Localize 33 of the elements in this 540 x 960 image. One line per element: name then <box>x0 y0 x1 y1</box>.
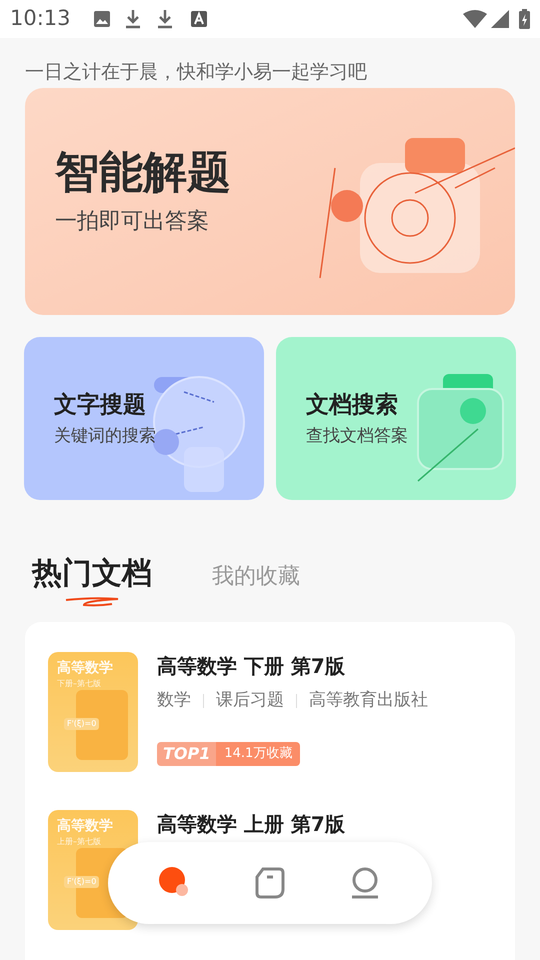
font-icon <box>190 11 207 27</box>
document-tag: 数学 <box>157 688 191 714</box>
cover-formula: F'(ξ)=0 <box>64 718 100 730</box>
cover-subtitle: 下册–第七版 <box>57 678 102 690</box>
cover-title: 高等数学 <box>57 658 114 678</box>
feature-title: 文字搜题 <box>54 390 147 420</box>
image-icon <box>92 10 111 28</box>
feature-card[interactable]: 文档搜索 查找文档答案 <box>276 337 516 500</box>
document-title[interactable]: 高等数学 上册 第7版 <box>157 810 345 838</box>
signal-icon <box>491 10 509 28</box>
rank-badge: TOP1 <box>157 742 216 766</box>
slogan-text: 一日之计在于晨，快和学小易一起学习吧 <box>25 60 367 84</box>
battery-icon <box>519 9 530 29</box>
wifi-icon <box>463 10 487 28</box>
cover-title: 高等数学 <box>57 816 114 836</box>
status-time: 10:13 <box>10 5 71 32</box>
feature-subtitle: 查找文档答案 <box>306 425 409 448</box>
hero-title: 智能解题 <box>55 146 232 200</box>
download-icon <box>156 9 173 29</box>
hero-subtitle: 一拍即可出答案 <box>55 208 210 236</box>
cover-formula: F'(ξ)=0 <box>64 876 100 888</box>
feature-card[interactable]: 文字搜题 关键词的搜索 <box>24 337 264 500</box>
feature-subtitle: 关键词的搜索 <box>54 425 157 448</box>
document-title[interactable]: 高等数学 下册 第7版 <box>157 652 428 680</box>
feature-title: 文档搜索 <box>306 390 399 420</box>
hero-card[interactable]: 智能解题 一拍即可出答案 <box>25 88 515 315</box>
favorites-count: 14.1万收藏 <box>216 742 300 766</box>
squiggle-underline <box>64 596 120 608</box>
cover-subtitle: 上册–第七版 <box>57 836 102 848</box>
document-tag: 高等教育出版社 <box>309 688 428 714</box>
document-tag: 课后习题 <box>216 688 284 714</box>
tab[interactable]: 热门文档 <box>32 556 152 592</box>
download-icon <box>124 9 141 29</box>
